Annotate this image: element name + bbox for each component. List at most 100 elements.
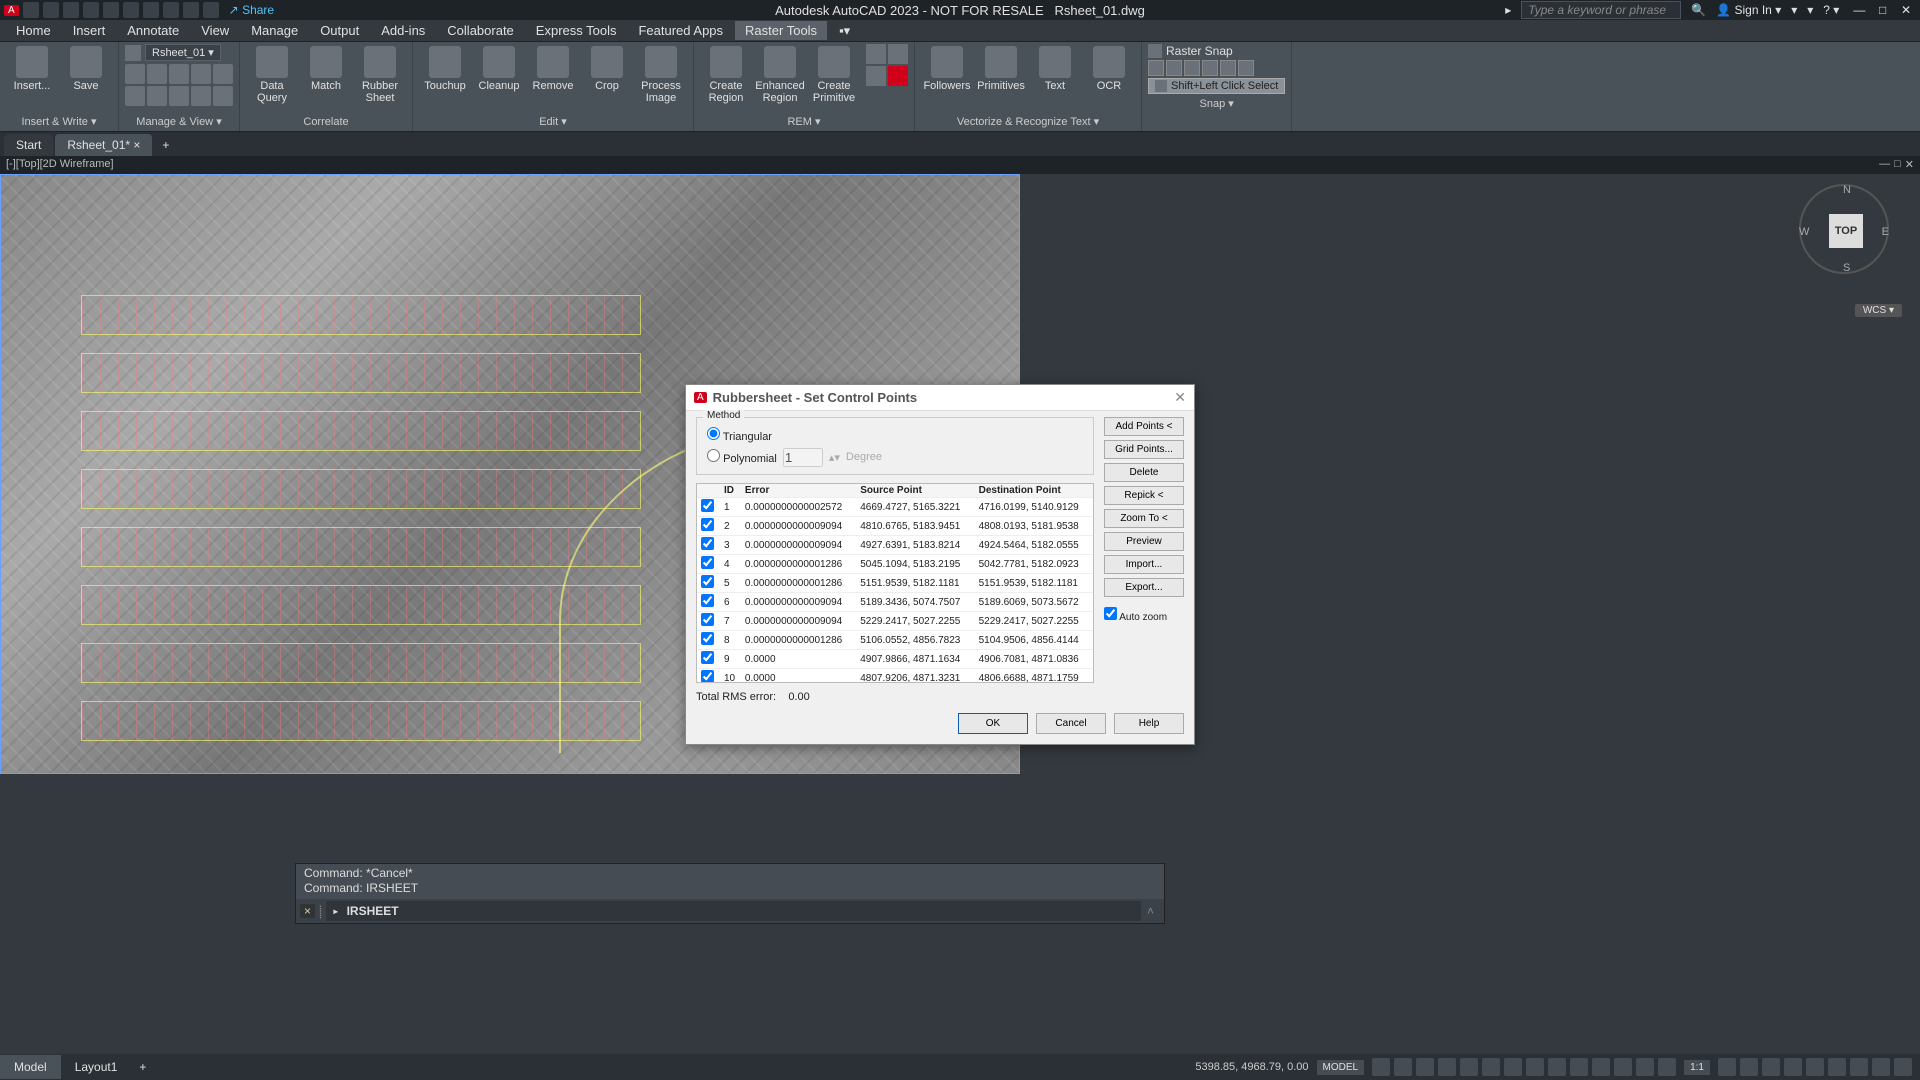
qat-icon[interactable] bbox=[183, 2, 199, 18]
row-checkbox[interactable] bbox=[701, 499, 714, 512]
qat-icon[interactable] bbox=[163, 2, 179, 18]
export-button[interactable]: Export... bbox=[1104, 578, 1184, 597]
viewport-label[interactable]: [-][Top][2D Wireframe] bbox=[6, 158, 114, 172]
ann-vis-icon[interactable] bbox=[1658, 1058, 1676, 1076]
close-icon[interactable]: ✕ bbox=[1896, 3, 1916, 17]
tab-extra-icon[interactable]: ▪▾ bbox=[829, 21, 860, 41]
touchup-button[interactable]: Touchup bbox=[419, 44, 471, 94]
units-icon[interactable] bbox=[1762, 1058, 1780, 1076]
close-tab-icon[interactable]: × bbox=[133, 138, 140, 152]
viewcube-top[interactable]: TOP bbox=[1829, 214, 1863, 248]
zoom-to-button[interactable]: Zoom To < bbox=[1104, 509, 1184, 528]
snap-icon[interactable] bbox=[1394, 1058, 1412, 1076]
qat-icon[interactable] bbox=[83, 2, 99, 18]
process-image-button[interactable]: Process Image bbox=[635, 44, 687, 106]
ok-button[interactable]: OK bbox=[958, 713, 1028, 734]
gizmo-icon[interactable] bbox=[1636, 1058, 1654, 1076]
viewcube-s[interactable]: S bbox=[1843, 262, 1850, 274]
layer-dropdown[interactable]: Rsheet_01 ▾ bbox=[145, 44, 221, 61]
tab-add-ins[interactable]: Add-ins bbox=[371, 21, 435, 40]
ocr-button[interactable]: OCR bbox=[1083, 44, 1135, 94]
primitives-button[interactable]: Primitives bbox=[975, 44, 1027, 94]
viewcube-w[interactable]: W bbox=[1799, 226, 1809, 238]
save-button[interactable]: Save bbox=[60, 44, 112, 94]
table-row[interactable]: 20.00000000000090944810.6765, 5183.94514… bbox=[697, 517, 1093, 536]
qat-icon[interactable] bbox=[23, 2, 39, 18]
tab-annotate[interactable]: Annotate bbox=[117, 21, 189, 40]
viewcube-n[interactable]: N bbox=[1843, 184, 1851, 196]
dyn-ucs-icon[interactable] bbox=[1592, 1058, 1610, 1076]
table-row[interactable]: 50.00000000000012865151.9539, 5182.11815… bbox=[697, 574, 1093, 593]
maximize-icon[interactable]: □ bbox=[1873, 3, 1893, 17]
polar-icon[interactable] bbox=[1438, 1058, 1456, 1076]
sign-in-button[interactable]: 👤 Sign In ▾ bbox=[1716, 3, 1781, 17]
create-region-button[interactable]: Create Region bbox=[700, 44, 752, 106]
viewcube[interactable]: N S E W TOP bbox=[1794, 184, 1894, 304]
import-button[interactable]: Import... bbox=[1104, 555, 1184, 574]
followers-button[interactable]: Followers bbox=[921, 44, 973, 94]
row-checkbox[interactable] bbox=[701, 613, 714, 626]
table-row[interactable]: 80.00000000000012865106.0552, 4856.78235… bbox=[697, 631, 1093, 650]
add-layout-button[interactable]: + bbox=[131, 1055, 154, 1079]
match-button[interactable]: Match bbox=[300, 44, 352, 94]
repick-button[interactable]: Repick < bbox=[1104, 486, 1184, 505]
data-query-button[interactable]: Data Query bbox=[246, 44, 298, 106]
cleanup-button[interactable]: Cleanup bbox=[473, 44, 525, 94]
3dosnap-icon[interactable] bbox=[1570, 1058, 1588, 1076]
insert-button[interactable]: Insert... bbox=[6, 44, 58, 94]
text-button[interactable]: Text bbox=[1029, 44, 1081, 94]
vp-max-icon[interactable]: □ bbox=[1894, 158, 1901, 172]
cmdline-expand-icon[interactable]: ˄ bbox=[1141, 904, 1160, 918]
ortho-icon[interactable] bbox=[1416, 1058, 1434, 1076]
model-space-toggle[interactable]: MODEL bbox=[1317, 1060, 1365, 1075]
tab-raster-tools[interactable]: Raster Tools bbox=[735, 21, 827, 40]
table-row[interactable]: 90.00004907.9866, 4871.16344906.7081, 48… bbox=[697, 650, 1093, 669]
cancel-button[interactable]: Cancel bbox=[1036, 713, 1106, 734]
lock-ui-icon[interactable] bbox=[1806, 1058, 1824, 1076]
qat-icon[interactable] bbox=[143, 2, 159, 18]
row-checkbox[interactable] bbox=[701, 575, 714, 588]
row-checkbox[interactable] bbox=[701, 537, 714, 550]
radio-polynomial[interactable]: Polynomial bbox=[707, 449, 777, 465]
autodesk-icon[interactable]: ▾ bbox=[1807, 3, 1813, 17]
preview-button[interactable]: Preview bbox=[1104, 532, 1184, 551]
rem-color-swatch[interactable] bbox=[888, 66, 908, 86]
table-row[interactable]: 30.00000000000090944927.6391, 5183.82144… bbox=[697, 536, 1093, 555]
ann-monitor-icon[interactable] bbox=[1740, 1058, 1758, 1076]
layer-icon[interactable] bbox=[125, 45, 141, 61]
cycling-icon[interactable] bbox=[1548, 1058, 1566, 1076]
vp-close-icon[interactable]: ✕ bbox=[1905, 158, 1914, 172]
delete-button[interactable]: Delete bbox=[1104, 463, 1184, 482]
row-checkbox[interactable] bbox=[701, 651, 714, 664]
hw-accel-icon[interactable] bbox=[1850, 1058, 1868, 1076]
remove-button[interactable]: Remove bbox=[527, 44, 579, 94]
create-primitive-button[interactable]: Create Primitive bbox=[808, 44, 860, 106]
cmdline-handle-icon[interactable]: ⸽ bbox=[319, 903, 322, 920]
radio-triangular[interactable]: Triangular bbox=[707, 427, 1083, 443]
control-points-table[interactable]: ID Error Source Point Destination Point … bbox=[696, 483, 1094, 683]
layout1-tab[interactable]: Layout1 bbox=[61, 1055, 132, 1079]
sel-filter-icon[interactable] bbox=[1614, 1058, 1632, 1076]
grid-points-button[interactable]: Grid Points... bbox=[1104, 440, 1184, 459]
tab-featured-apps[interactable]: Featured Apps bbox=[628, 21, 733, 40]
tab-file[interactable]: Rsheet_01* × bbox=[55, 134, 152, 156]
search-icon[interactable]: 🔍 bbox=[1691, 3, 1706, 17]
share-link[interactable]: ↗ Share bbox=[229, 3, 274, 17]
degree-spinner-icon[interactable]: ▴▾ bbox=[829, 451, 840, 464]
add-points-button[interactable]: Add Points < bbox=[1104, 417, 1184, 436]
tab-insert[interactable]: Insert bbox=[63, 21, 116, 40]
dialog-titlebar[interactable]: A Rubbersheet - Set Control Points ✕ bbox=[686, 385, 1194, 411]
raster-snap-toggle[interactable]: Raster Snap bbox=[1148, 44, 1285, 58]
lwt-icon[interactable] bbox=[1504, 1058, 1522, 1076]
row-checkbox[interactable] bbox=[701, 518, 714, 531]
qat-icon[interactable] bbox=[103, 2, 119, 18]
table-row[interactable]: 10.00000000000025724669.4727, 5165.32214… bbox=[697, 498, 1093, 517]
clean-screen-icon[interactable] bbox=[1872, 1058, 1890, 1076]
row-checkbox[interactable] bbox=[701, 556, 714, 569]
transparency-icon[interactable] bbox=[1526, 1058, 1544, 1076]
tab-start[interactable]: Start bbox=[4, 134, 53, 156]
qat-icon[interactable] bbox=[43, 2, 59, 18]
cart-icon[interactable]: ▾ bbox=[1791, 3, 1797, 17]
rubber-sheet-button[interactable]: Rubber Sheet bbox=[354, 44, 406, 106]
help-search[interactable]: Type a keyword or phrase bbox=[1521, 1, 1681, 19]
